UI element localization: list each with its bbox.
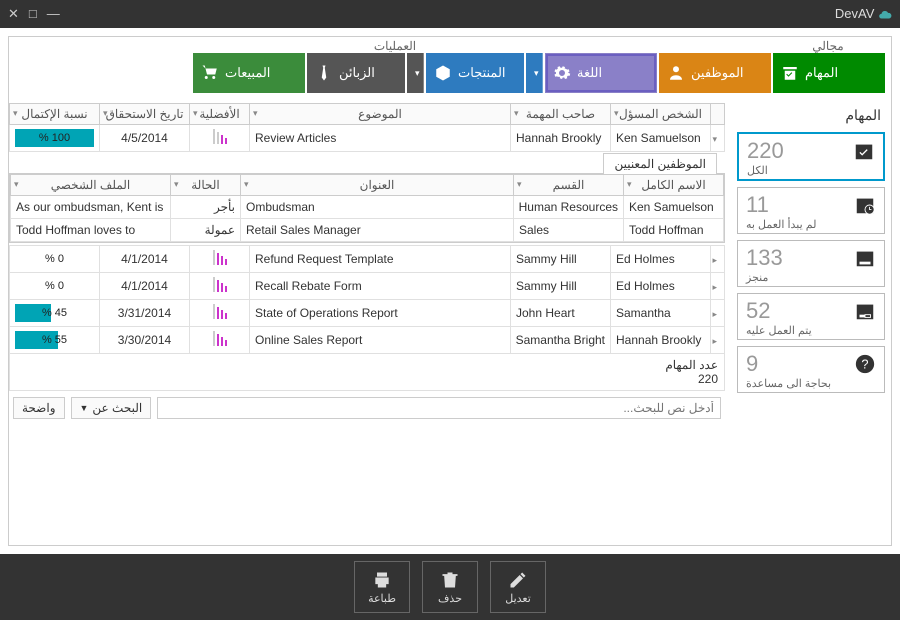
printer-icon <box>372 570 392 590</box>
dcol-title[interactable]: ▾العنوان <box>241 175 514 196</box>
table-header-row: ▾الشخص المسؤل ▾صاحب المهمة ▾الموضوع ▾الأ… <box>10 104 725 125</box>
expand-icon[interactable]: ▸ <box>712 282 719 292</box>
search-input[interactable] <box>157 397 721 419</box>
ribbon: المهام الموظفين اللغة ▾ المنتجات ▾ الزبا… <box>9 53 891 99</box>
footer: تعديل حذف طباعة <box>0 554 900 620</box>
col-pct[interactable]: ▾نسبة الإكتمال <box>10 104 100 125</box>
tasks-table-2[interactable]: ▸Ed HolmesSammy HillRefund Request Templ… <box>9 245 725 354</box>
pencil-icon <box>508 570 528 590</box>
window-close-icon[interactable]: ✕ <box>8 6 19 22</box>
expand-icon[interactable]: ▸ <box>712 336 719 346</box>
card-all[interactable]: 220 الكل <box>737 132 885 181</box>
calendar-full-icon <box>854 247 876 269</box>
sidebar-title: المهام <box>737 105 885 126</box>
card-help[interactable]: ?9 بحاجة الى مساعدة <box>737 346 885 393</box>
table-row[interactable]: Ken SamuelsonHuman ResourcesOmbudsmanبأج… <box>11 196 724 219</box>
filter-icon[interactable]: ▾ <box>614 108 619 119</box>
col-subject[interactable]: ▾الموضوع <box>250 104 511 125</box>
search-find-button[interactable]: البحث عن▼ <box>71 397 152 419</box>
col-due[interactable]: ▾تاريخ الاستحقاق <box>100 104 190 125</box>
priority-icon <box>212 304 228 322</box>
col-priority[interactable]: ▾الأفضلية <box>190 104 250 125</box>
ribbon-sales[interactable]: المبيعات <box>193 53 305 93</box>
tasks-table[interactable]: ▾الشخص المسؤل ▾صاحب المهمة ▾الموضوع ▾الأ… <box>9 103 725 152</box>
box-icon <box>434 64 452 82</box>
col-owner[interactable]: ▾صاحب المهمة <box>511 104 611 125</box>
ribbon-language[interactable]: اللغة <box>545 53 657 93</box>
table-row[interactable]: ▾ Ken Samuelson Hannah Brookly Review Ar… <box>10 125 725 152</box>
dcol-profile[interactable]: ▾الملف الشخصي <box>11 175 171 196</box>
expand-icon[interactable]: ▸ <box>712 255 719 265</box>
priority-icon <box>212 250 228 268</box>
calendar-half-icon <box>854 300 876 322</box>
search-row: البحث عن▼ واضحة <box>9 391 725 425</box>
col-assigned[interactable]: ▾الشخص المسؤل <box>611 104 711 125</box>
tie-icon <box>315 64 333 82</box>
collapse-icon[interactable]: ▾ <box>712 134 719 144</box>
window-minimize-icon[interactable]: — <box>47 6 60 22</box>
priority-icon <box>212 277 228 295</box>
cloud-icon <box>878 8 892 22</box>
tasks-icon <box>781 64 799 82</box>
titlebar: ✕ □ — DevAV <box>0 0 900 28</box>
col-expand[interactable] <box>711 104 725 125</box>
card-inprogress[interactable]: 52 يتم العمل عليه <box>737 293 885 340</box>
detail-table[interactable]: ▾الاسم الكامل ▾القسم ▾العنوان ▾الحالة ▾ا… <box>10 174 724 242</box>
table-row[interactable]: ▸Ed HolmesSammy HillRefund Request Templ… <box>10 246 725 273</box>
grid-pane: ▾الشخص المسؤل ▾صاحب المهمة ▾الموضوع ▾الأ… <box>9 99 731 545</box>
card-notstarted[interactable]: 11 لم يبدأ العمل به <box>737 187 885 234</box>
gear-icon <box>553 64 571 82</box>
cart-icon <box>201 64 219 82</box>
print-button[interactable]: طباعة <box>354 561 410 613</box>
card-done[interactable]: 133 منجز <box>737 240 885 287</box>
ribbon-tasks[interactable]: المهام <box>773 53 885 93</box>
employees-icon <box>667 64 685 82</box>
priority-icon <box>212 129 228 147</box>
edit-button[interactable]: تعديل <box>490 561 546 613</box>
table-row[interactable]: Todd HoffmanSalesRetail Sales Managerعمو… <box>11 219 724 242</box>
priority-icon <box>212 331 228 349</box>
svg-text:?: ? <box>861 357 868 372</box>
ribbon-customers-dropdown[interactable]: ▾ <box>407 53 424 93</box>
app-brand: DevAV <box>835 6 892 22</box>
ribbon-products[interactable]: المنتجات <box>426 53 524 93</box>
search-clear-button[interactable]: واضحة <box>13 397 65 419</box>
detail-tab[interactable]: الموظفين المعنيين <box>603 153 717 174</box>
table-row[interactable]: ▸Hannah BrooklySamantha BrightOnline Sal… <box>10 327 725 354</box>
expand-icon[interactable]: ▸ <box>712 309 719 319</box>
ribbon-products-dropdown[interactable]: ▾ <box>526 53 543 93</box>
trash-icon <box>440 570 460 590</box>
table-row[interactable]: ▸Ed HolmesSammy HillRecall Rebate Form4/… <box>10 273 725 300</box>
ribbon-group-labels: مجالي العمليات <box>9 37 891 53</box>
calendar-check-icon <box>853 140 875 162</box>
question-icon: ? <box>854 353 876 375</box>
summary: عدد المهام 220 <box>9 354 725 391</box>
delete-button[interactable]: حذف <box>422 561 478 613</box>
table-row[interactable]: ▸SamanthaJohn HeartState of Operations R… <box>10 300 725 327</box>
calendar-clock-icon <box>854 194 876 216</box>
ribbon-employees[interactable]: الموظفين <box>659 53 771 93</box>
dcol-name[interactable]: ▾الاسم الكامل <box>624 175 724 196</box>
window-maximize-icon[interactable]: □ <box>29 6 37 22</box>
ribbon-customers[interactable]: الزبائن <box>307 53 405 93</box>
dcol-dept[interactable]: ▾القسم <box>514 175 624 196</box>
sidebar: المهام 220 الكل 11 لم يبدأ العمل به 133 … <box>731 99 891 545</box>
dcol-status[interactable]: ▾الحالة <box>171 175 241 196</box>
